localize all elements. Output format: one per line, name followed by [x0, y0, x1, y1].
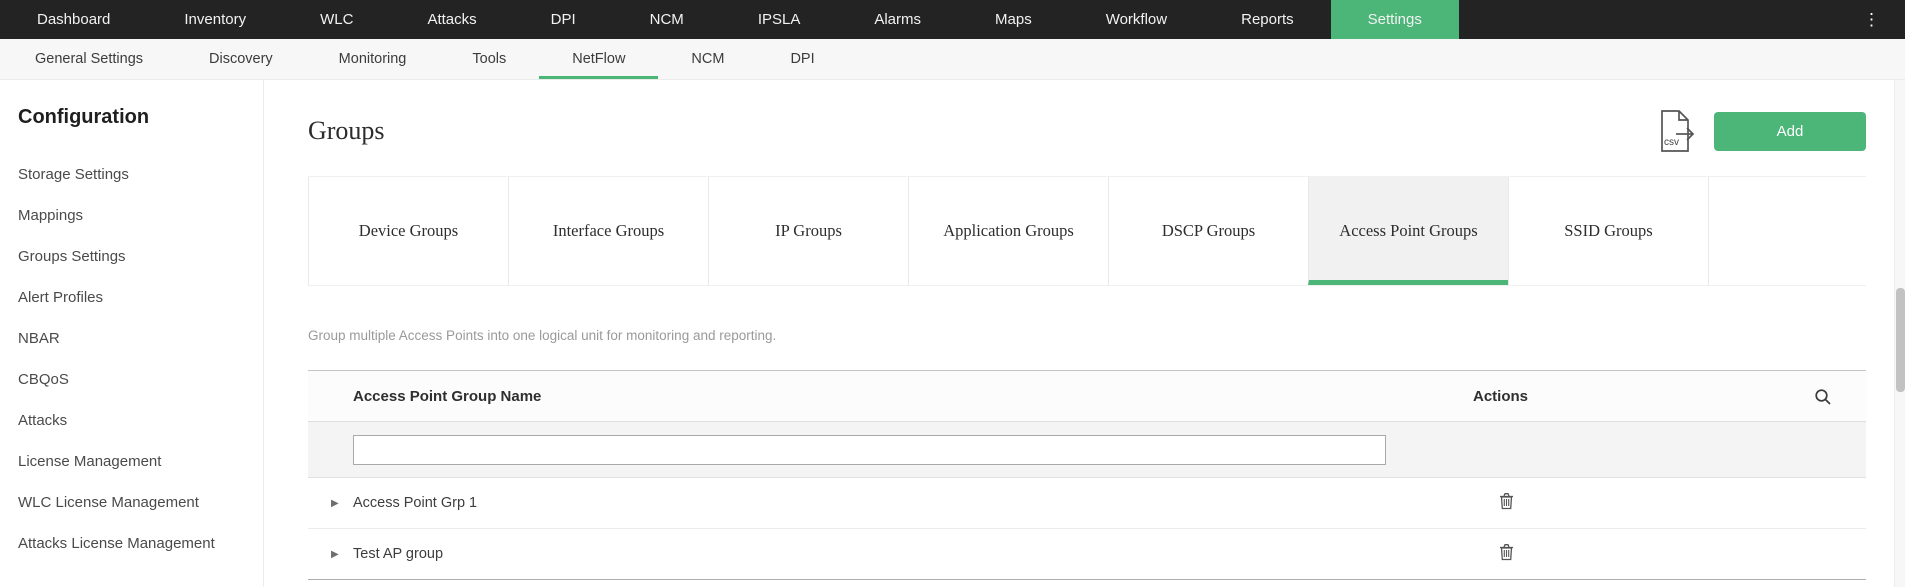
tab-dscp-groups[interactable]: DSCP Groups	[1108, 177, 1308, 285]
sidebar-item-wlc-license-management[interactable]: WLC License Management	[0, 482, 263, 523]
nav-item-ipsla[interactable]: IPSLA	[721, 0, 838, 39]
settings-sub-navigation: General Settings Discovery Monitoring To…	[0, 39, 1905, 80]
nav-item-settings[interactable]: Settings	[1330, 0, 1459, 39]
subnav-item-dpi[interactable]: DPI	[757, 39, 847, 79]
sidebar-item-mappings[interactable]: Mappings	[0, 195, 263, 236]
vertical-scrollbar[interactable]	[1894, 80, 1905, 587]
sidebar-item-storage-settings[interactable]: Storage Settings	[0, 154, 263, 195]
groups-panel: Groups csv Add Device Groups Interface G…	[265, 80, 1893, 587]
expand-caret-icon[interactable]: ▶	[308, 549, 353, 560]
scrollbar-thumb[interactable]	[1896, 288, 1905, 392]
sidebar-item-attacks[interactable]: Attacks	[0, 400, 263, 441]
subnav-item-monitoring[interactable]: Monitoring	[306, 39, 440, 79]
subnav-item-general-settings[interactable]: General Settings	[2, 39, 176, 79]
access-point-groups-table: Access Point Group Name Actions ▶ Access…	[308, 370, 1866, 580]
top-navigation: Dashboard Inventory WLC Attacks DPI NCM …	[0, 0, 1905, 39]
sidebar-title: Configuration	[18, 106, 150, 128]
tab-interface-groups[interactable]: Interface Groups	[508, 177, 708, 285]
tab-ssid-groups[interactable]: SSID Groups	[1508, 177, 1708, 285]
tab-device-groups[interactable]: Device Groups	[308, 177, 508, 285]
nav-item-dashboard[interactable]: Dashboard	[0, 0, 147, 39]
more-menu-icon[interactable]: ⋮	[1863, 0, 1880, 39]
nav-item-inventory[interactable]: Inventory	[147, 0, 283, 39]
nav-item-reports[interactable]: Reports	[1204, 0, 1331, 39]
page-title: Groups	[308, 116, 385, 145]
subnav-item-netflow[interactable]: NetFlow	[539, 39, 659, 79]
nav-item-ncm[interactable]: NCM	[613, 0, 721, 39]
configuration-sidebar: Configuration Storage Settings Mappings …	[0, 80, 264, 587]
table-row[interactable]: ▶ Test AP group	[308, 529, 1866, 580]
nav-item-workflow[interactable]: Workflow	[1069, 0, 1204, 39]
tab-description: Group multiple Access Points into one lo…	[308, 328, 777, 343]
nav-item-wlc[interactable]: WLC	[283, 0, 390, 39]
tabbar-filler	[1708, 177, 1866, 285]
svg-text:csv: csv	[1664, 137, 1679, 148]
nav-item-maps[interactable]: Maps	[958, 0, 1069, 39]
tab-application-groups[interactable]: Application Groups	[908, 177, 1108, 285]
nav-item-alarms[interactable]: Alarms	[837, 0, 958, 39]
csv-export-icon[interactable]: csv	[1658, 107, 1696, 155]
subnav-item-ncm[interactable]: NCM	[658, 39, 757, 79]
delete-icon[interactable]	[1499, 543, 1514, 561]
table-row[interactable]: ▶ Access Point Grp 1	[308, 478, 1866, 529]
group-name-cell: Access Point Grp 1	[353, 495, 478, 511]
group-name-cell: Test AP group	[353, 546, 444, 562]
delete-icon[interactable]	[1499, 492, 1514, 510]
subnav-item-tools[interactable]: Tools	[439, 39, 539, 79]
sidebar-item-license-management[interactable]: License Management	[0, 441, 263, 482]
column-header-group-name: Access Point Group Name	[353, 387, 542, 405]
nav-item-dpi[interactable]: DPI	[514, 0, 613, 39]
filter-row	[308, 422, 1866, 478]
table-header-row: Access Point Group Name Actions	[308, 371, 1866, 422]
nav-item-attacks[interactable]: Attacks	[390, 0, 513, 39]
sidebar-item-alert-profiles[interactable]: Alert Profiles	[0, 277, 263, 318]
tab-ip-groups[interactable]: IP Groups	[708, 177, 908, 285]
add-button[interactable]: Add	[1714, 111, 1866, 151]
sidebar-item-nbar[interactable]: NBAR	[0, 318, 263, 359]
sidebar-item-groups-settings[interactable]: Groups Settings	[0, 236, 263, 277]
tab-access-point-groups[interactable]: Access Point Groups	[1308, 177, 1508, 285]
group-type-tabs: Device Groups Interface Groups IP Groups…	[308, 176, 1866, 286]
subnav-item-discovery[interactable]: Discovery	[176, 39, 306, 79]
search-icon[interactable]	[1814, 371, 1832, 422]
column-header-actions: Actions	[1473, 387, 1529, 405]
sidebar-item-attacks-license-management[interactable]: Attacks License Management	[0, 523, 263, 564]
group-name-filter-input[interactable]	[353, 434, 1386, 465]
expand-caret-icon[interactable]: ▶	[308, 498, 353, 509]
sidebar-item-cbqos[interactable]: CBQoS	[0, 359, 263, 400]
